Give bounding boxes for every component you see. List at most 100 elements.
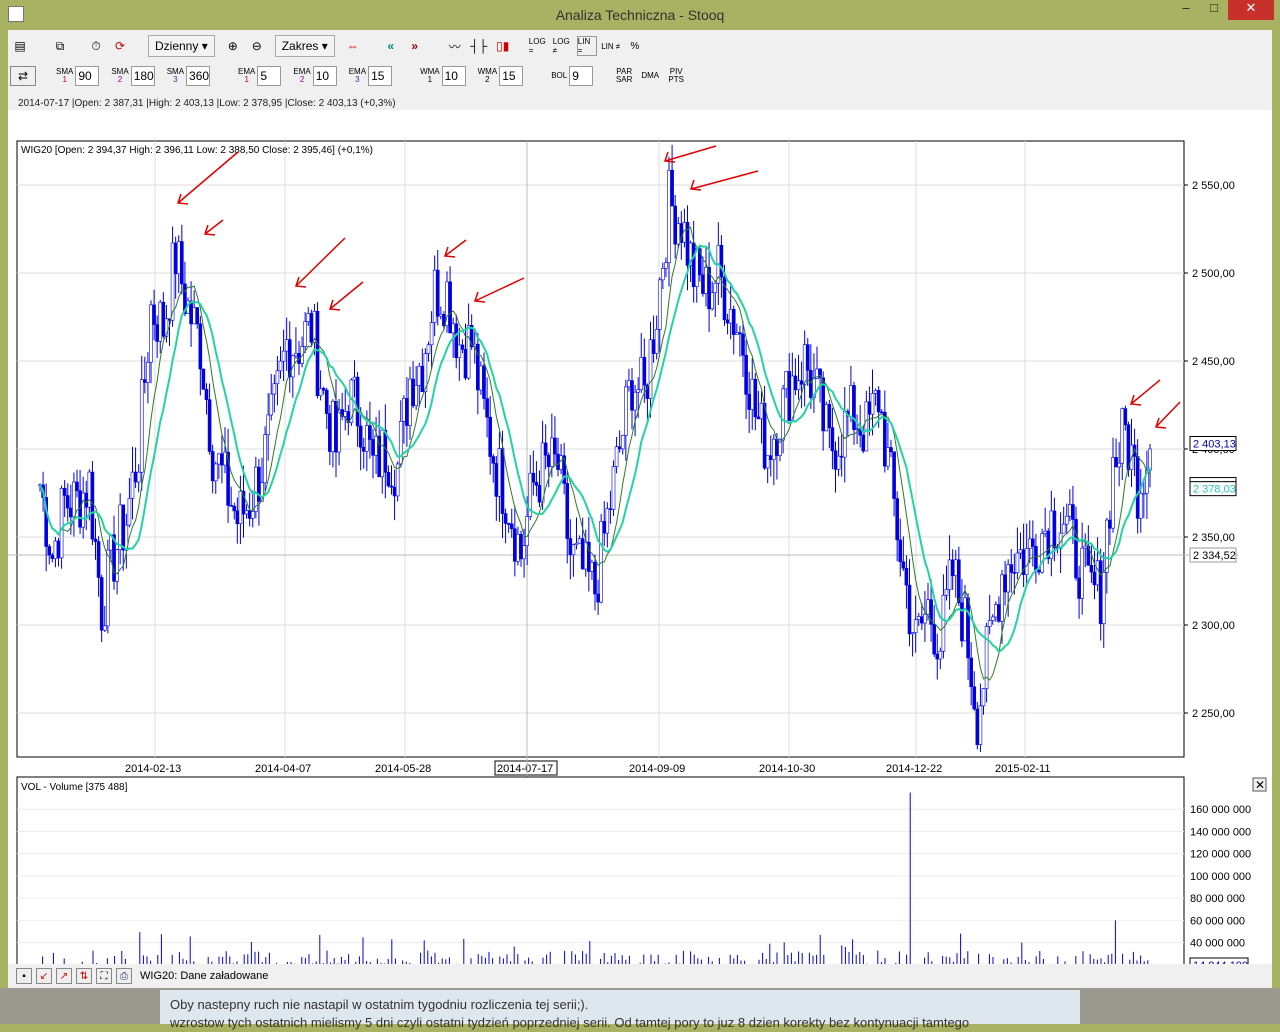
indicator-label[interactable]: BOL	[551, 72, 567, 80]
indicator-period-input[interactable]: 5	[257, 66, 282, 86]
indicator-label[interactable]: EMA 2	[293, 68, 310, 84]
candle-body	[389, 485, 394, 488]
indicator-label[interactable]: EMA 1	[238, 68, 255, 84]
candle-chart-icon[interactable]: ▯▮	[493, 36, 513, 56]
new-window-icon[interactable]: ⧉	[50, 36, 70, 56]
candle-body	[392, 486, 397, 497]
scroll-left-icon[interactable]: «	[381, 36, 401, 56]
indicator-period-input[interactable]: 15	[368, 66, 393, 86]
candle-body	[170, 242, 175, 321]
indicator-period-input[interactable]: 9	[569, 66, 594, 86]
candle-body	[457, 344, 462, 359]
candle-body	[192, 307, 196, 325]
candle-body	[916, 616, 921, 620]
indicator-label[interactable]: SMA 2	[111, 68, 128, 84]
candle-body	[96, 541, 101, 578]
close-icon[interactable]: ✕	[1255, 778, 1265, 792]
candle-body	[731, 308, 736, 335]
refresh-icon[interactable]: ⟳	[110, 36, 130, 56]
interval-dropdown[interactable]: Dzienny ▾	[148, 35, 215, 57]
candle-body	[121, 504, 126, 551]
candle-body	[781, 388, 785, 441]
indicator-period-input[interactable]: 15	[499, 66, 524, 86]
candle-body	[223, 451, 227, 466]
x-tick-label: 2014-05-28	[375, 763, 431, 775]
candle-body	[417, 365, 422, 386]
candle-body	[981, 688, 986, 707]
candle-body	[72, 481, 76, 518]
candle-body	[318, 388, 323, 397]
volume-tick-label: 60 000 000	[1190, 915, 1245, 927]
candle-body	[892, 451, 896, 499]
lin-eq-button[interactable]: LIN =	[576, 36, 597, 56]
add-indicator-icon[interactable]: ⇄	[10, 66, 36, 86]
candle-body	[482, 365, 486, 399]
export3-icon[interactable]: ⇅	[76, 968, 92, 984]
scroll-right-icon[interactable]: »	[405, 36, 425, 56]
zoom-in-icon[interactable]: ⊕	[223, 36, 243, 56]
maximize-button[interactable]: □	[1200, 0, 1228, 20]
x-tick-label: 2014-10-30	[759, 763, 815, 775]
candle-body	[543, 442, 548, 456]
candle-body	[143, 379, 147, 383]
print-icon[interactable]: ⎙	[116, 968, 132, 984]
candle-body	[59, 488, 64, 559]
candle-body	[790, 375, 795, 421]
chart-icon[interactable]: ▤	[10, 36, 30, 56]
pivpts-button[interactable]: PIV PTS	[667, 68, 685, 84]
minimize-button[interactable]: –	[1172, 0, 1200, 20]
candle-body	[1138, 493, 1143, 519]
candle-body	[220, 453, 224, 466]
indicator-ema-1: EMA 1 5	[230, 66, 282, 86]
candle-body	[232, 505, 237, 512]
candle-body	[180, 241, 184, 285]
fit-range-icon[interactable]: ⇔	[343, 36, 363, 56]
export-icon[interactable]: ↙	[36, 968, 52, 984]
price-volume-chart[interactable]: 2 250,002 300,002 350,002 400,002 450,00…	[8, 110, 1272, 988]
candle-body	[839, 455, 844, 458]
indicator-label[interactable]: WMA 2	[478, 68, 498, 84]
candle-body	[62, 488, 67, 496]
candle-body	[81, 492, 85, 528]
zoom-out-icon[interactable]: ⊖	[247, 36, 267, 56]
candle-body	[994, 604, 998, 618]
indicator-period-input[interactable]: 90	[75, 66, 100, 86]
indicator-label[interactable]: EMA 3	[349, 68, 366, 84]
line-chart-icon[interactable]: 〰	[445, 36, 465, 56]
indicator-label[interactable]: SMA 1	[56, 68, 73, 84]
dma-button[interactable]: DMA	[641, 72, 659, 80]
save-icon[interactable]: ▪	[16, 968, 32, 984]
candle-body	[784, 371, 788, 390]
percent-button[interactable]: %	[625, 36, 645, 56]
candle-body	[673, 205, 677, 245]
candle-body	[429, 322, 434, 346]
export2-icon[interactable]: ↗	[56, 968, 72, 984]
fullscreen-icon[interactable]: ⛶	[96, 968, 112, 984]
indicator-label[interactable]: WMA 1	[420, 68, 440, 84]
indicator-period-input[interactable]: 360	[186, 66, 211, 86]
range-dropdown[interactable]: Zakres ▾	[274, 35, 335, 57]
candle-body	[146, 361, 150, 383]
candle-body	[827, 404, 832, 428]
candle-body	[127, 497, 132, 526]
candle-body	[559, 455, 563, 470]
log-neq-button[interactable]: LOG ≠	[553, 36, 573, 56]
indicator-sma-1: SMA 1 90	[48, 66, 100, 86]
ohlc-chart-icon[interactable]: ┤├	[469, 36, 489, 56]
parsar-button[interactable]: PAR SAR	[615, 68, 633, 84]
candle-body	[460, 344, 465, 350]
indicator-period-input[interactable]: 10	[312, 66, 337, 86]
candle-body	[889, 447, 893, 452]
lin-neq-button[interactable]: LIN ≠	[601, 36, 621, 56]
timer-icon[interactable]: ⏱	[86, 36, 106, 56]
close-button[interactable]: ✕	[1228, 0, 1274, 20]
indicator-label[interactable]: SMA 3	[167, 68, 184, 84]
indicator-period-input[interactable]: 180	[130, 66, 155, 86]
log-eq-button[interactable]: LOG =	[529, 36, 549, 56]
candle-body	[568, 538, 573, 556]
candle-body	[944, 589, 949, 596]
candle-body	[1006, 564, 1010, 593]
indicator-period-input[interactable]: 10	[441, 66, 466, 86]
candle-body	[272, 383, 277, 395]
candle-body	[207, 399, 212, 452]
